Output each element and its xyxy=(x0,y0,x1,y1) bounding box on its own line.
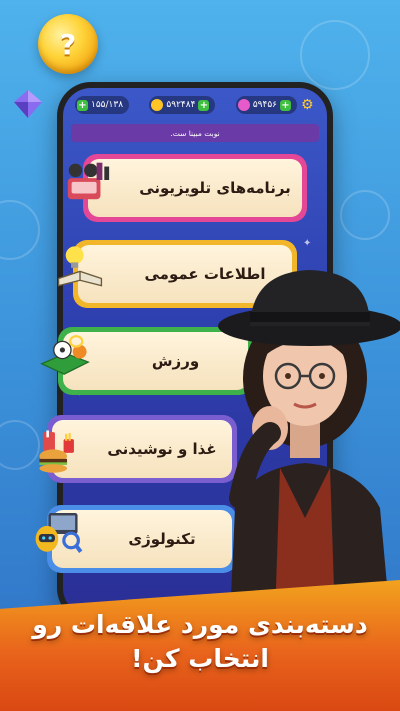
energy-value: ۱۵۵/۱۳۸ xyxy=(91,100,124,110)
gem-value: ۵۹۴۵۶ xyxy=(252,100,277,110)
settings-gear-icon[interactable]: ⚙ xyxy=(301,98,315,112)
category-card-tv-shows[interactable]: برنامه‌های تلویزیونی xyxy=(83,154,307,222)
sparkle-icon: ✦ xyxy=(303,238,312,249)
gem-counter[interactable]: ۵۹۴۵۶ + xyxy=(235,96,297,114)
tv-shows-icon xyxy=(62,158,112,202)
gem-icon xyxy=(14,90,42,118)
energy-counter[interactable]: + ۱۵۵/۱۳۸ xyxy=(75,96,130,114)
banner-line-2: انتخاب کن! xyxy=(131,644,269,673)
food-drink-icon xyxy=(36,430,86,474)
banner-text: دسته‌بندی مورد علاقه‌ات رو انتخاب کن! xyxy=(0,608,400,676)
background-doodle xyxy=(340,190,390,240)
coin-icon xyxy=(151,99,164,111)
general-knowledge-icon xyxy=(55,244,105,288)
category-label: تکنولوژی xyxy=(128,530,196,548)
add-energy-icon[interactable]: + xyxy=(77,99,88,111)
technology-icon xyxy=(34,512,84,556)
woman-thinking-illustration xyxy=(218,270,400,618)
turn-text: نوبت مبینا ست. xyxy=(170,128,220,138)
gem-small-icon xyxy=(237,99,250,111)
category-label: ورزش xyxy=(151,352,200,370)
status-bar: + ۱۵۵/۱۳۸ ۵۹۲۴۸۴ + ۵۹۴۵۶ + ⚙ xyxy=(63,88,327,122)
add-gems-icon[interactable]: + xyxy=(279,99,291,111)
turn-indicator: نوبت مبینا ست. xyxy=(71,124,319,142)
background-doodle xyxy=(300,20,370,90)
category-card-body: برنامه‌های تلویزیونی xyxy=(88,159,302,217)
banner-line-1: دسته‌بندی مورد علاقه‌ات رو xyxy=(32,610,368,639)
category-label: غذا و نوشیدنی xyxy=(107,440,217,458)
coin-value: ۵۹۲۴۸۴ xyxy=(166,100,196,110)
question-coin-icon: ? xyxy=(38,14,98,74)
category-label: برنامه‌های تلویزیونی xyxy=(139,179,291,197)
background-doodle xyxy=(0,200,40,260)
sports-icon xyxy=(40,334,90,378)
coin-counter[interactable]: ۵۹۲۴۸۴ + xyxy=(149,96,216,114)
add-coins-icon[interactable]: + xyxy=(198,99,210,111)
background-doodle xyxy=(0,420,40,470)
